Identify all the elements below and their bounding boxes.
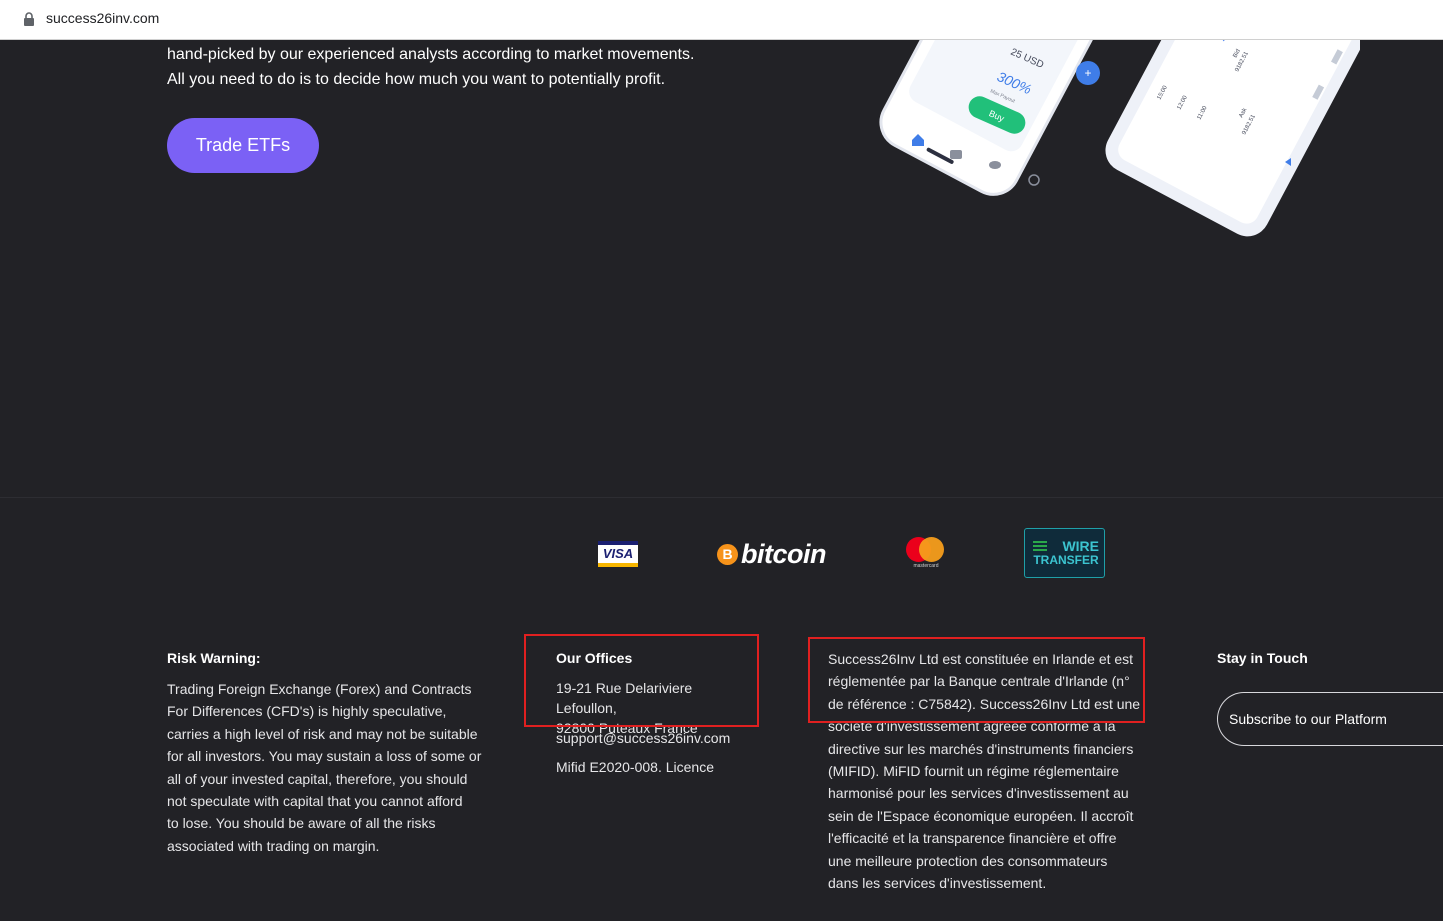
phone-history-icon bbox=[1028, 174, 1040, 186]
mastercard-logo: mastercard bbox=[905, 537, 947, 571]
hero-line-1: hand-picked by our experienced analysts … bbox=[167, 46, 695, 63]
subscribe-button[interactable]: Subscribe to our Platform bbox=[1217, 692, 1443, 746]
offices-heading: Our Offices bbox=[556, 650, 633, 666]
phone-briefcase-icon bbox=[950, 150, 962, 159]
regulation-text: Success26Inv Ltd est constituée en Irlan… bbox=[828, 651, 1141, 892]
licence-text: Mifid E2020-008. Licence bbox=[556, 759, 714, 775]
risk-warning-text: Trading Foreign Exchange (Forex) and Con… bbox=[167, 681, 482, 854]
hero-description: known as Bundles. The bundles are made o… bbox=[167, 30, 727, 92]
stay-in-touch-heading: Stay in Touch bbox=[1217, 650, 1308, 666]
bitcoin-icon: B bbox=[717, 543, 738, 565]
wire-transfer-logo: WIRE TRANSFER bbox=[1024, 528, 1105, 578]
hero-clipped-line: known as Bundles. The bundles are made o… bbox=[167, 30, 727, 42]
bitcoin-logo: B bitcoin bbox=[717, 538, 827, 570]
trade-etfs-button[interactable]: Trade ETFs bbox=[167, 118, 319, 173]
hero-line-2: All you need to do is to decide how much… bbox=[167, 71, 666, 88]
risk-warning-heading: Risk Warning: bbox=[167, 650, 261, 666]
visa-logo: VISA bbox=[598, 541, 638, 567]
phone-tablet-mockup: 9182.51 9182.51 Bid Ask 15:00 12:00 11:0… bbox=[879, 40, 1360, 237]
support-email-link[interactable]: support@success26inv.com bbox=[556, 727, 730, 749]
lock-icon bbox=[24, 12, 34, 26]
svg-text:+: + bbox=[1084, 66, 1091, 80]
url-text[interactable]: success26inv.com bbox=[46, 10, 159, 26]
section-divider bbox=[0, 497, 1443, 498]
phone-coins-icon bbox=[989, 161, 1001, 169]
